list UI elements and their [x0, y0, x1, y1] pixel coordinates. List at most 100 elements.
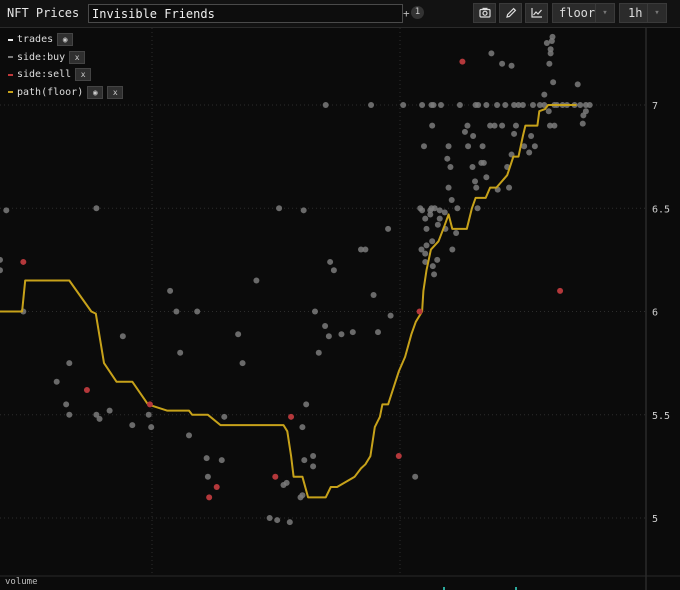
buy-trade-point[interactable]	[310, 453, 317, 460]
legend-remove-button[interactable]: x	[69, 50, 86, 64]
sell-trade-point[interactable]	[272, 473, 279, 480]
buy-trade-point[interactable]	[546, 60, 553, 67]
buy-trade-point[interactable]	[445, 143, 452, 150]
collection-search-input[interactable]	[88, 4, 403, 23]
buy-trade-point[interactable]	[186, 432, 192, 439]
legend-remove-button[interactable]: x	[107, 85, 124, 99]
buy-trade-point[interactable]	[173, 308, 180, 315]
buy-trade-point[interactable]	[375, 329, 381, 336]
buy-trade-point[interactable]	[419, 207, 426, 214]
buy-trade-point[interactable]	[370, 291, 377, 298]
buy-trade-point[interactable]	[218, 457, 225, 464]
sell-trade-point[interactable]	[459, 58, 466, 65]
buy-trade-point[interactable]	[511, 130, 518, 137]
buy-trade-point[interactable]	[436, 215, 443, 222]
buy-trade-point[interactable]	[427, 211, 434, 218]
sell-trade-point[interactable]	[213, 484, 220, 491]
sell-trade-point[interactable]	[83, 386, 90, 393]
buy-trade-point[interactable]	[461, 128, 468, 135]
buy-trade-point[interactable]	[448, 196, 455, 203]
buy-trade-point[interactable]	[465, 143, 472, 150]
buy-trade-point[interactable]	[66, 360, 73, 367]
buy-trade-point[interactable]	[368, 102, 375, 108]
buy-trade-point[interactable]	[330, 267, 337, 274]
buy-trade-point[interactable]	[96, 415, 103, 422]
buy-trade-point[interactable]	[299, 424, 306, 431]
buy-trade-point[interactable]	[301, 457, 308, 464]
buy-trade-point[interactable]	[315, 349, 322, 356]
buy-trade-point[interactable]	[422, 215, 429, 222]
buy-trade-point[interactable]	[431, 271, 438, 278]
buy-trade-point[interactable]	[239, 360, 246, 367]
legend-visibility-button[interactable]: ◉	[87, 85, 104, 99]
buy-trade-point[interactable]	[362, 246, 369, 253]
buy-trade-point[interactable]	[266, 515, 273, 521]
buy-trade-point[interactable]	[434, 221, 441, 228]
buy-trade-point[interactable]	[429, 263, 436, 270]
buy-trade-point[interactable]	[53, 378, 60, 385]
buy-trade-point[interactable]	[454, 205, 461, 212]
buy-trade-point[interactable]	[444, 155, 451, 162]
buy-trade-point[interactable]	[412, 473, 419, 480]
buy-trade-point[interactable]	[204, 473, 211, 480]
buy-trade-point[interactable]	[582, 108, 589, 115]
buy-trade-point[interactable]	[322, 322, 329, 329]
buy-trade-point[interactable]	[475, 102, 482, 108]
buy-trade-point[interactable]	[283, 479, 290, 486]
buy-trade-point[interactable]	[423, 242, 430, 249]
buy-trade-point[interactable]	[434, 256, 441, 263]
draw-button[interactable]	[499, 3, 522, 23]
buy-trade-point[interactable]	[508, 62, 515, 69]
buy-trade-point[interactable]	[338, 331, 345, 338]
buy-trade-point[interactable]	[419, 102, 426, 108]
sell-trade-point[interactable]	[20, 258, 27, 265]
buy-trade-point[interactable]	[441, 209, 448, 216]
buy-trade-point[interactable]	[574, 81, 581, 88]
sell-trade-point[interactable]	[146, 401, 153, 408]
chart-area[interactable]: 5 5.5 6 6.5 7	[0, 28, 680, 590]
buy-trade-point[interactable]	[310, 463, 317, 470]
buy-trade-point[interactable]	[502, 102, 509, 108]
buy-trade-point[interactable]	[423, 225, 430, 232]
buy-trade-point[interactable]	[529, 102, 536, 108]
buy-trade-point[interactable]	[577, 102, 584, 108]
sell-trade-point[interactable]	[416, 308, 423, 315]
buy-trade-point[interactable]	[221, 413, 228, 420]
buy-trade-point[interactable]	[491, 122, 498, 129]
buy-trade-point[interactable]	[456, 102, 463, 108]
buy-trade-point[interactable]	[203, 455, 210, 462]
buy-trade-point[interactable]	[551, 122, 558, 129]
buy-trade-point[interactable]	[528, 132, 535, 139]
buy-trade-point[interactable]	[445, 184, 452, 191]
buy-trade-point[interactable]	[66, 411, 73, 418]
buy-trade-point[interactable]	[400, 102, 407, 108]
buy-trade-point[interactable]	[322, 102, 329, 108]
buy-trade-point[interactable]	[531, 143, 538, 150]
sell-trade-point[interactable]	[206, 494, 213, 501]
buy-trade-point[interactable]	[494, 102, 501, 108]
buy-trade-point[interactable]	[438, 102, 444, 108]
buy-trade-point[interactable]	[483, 102, 490, 108]
buy-trade-point[interactable]	[586, 102, 593, 108]
buy-trade-point[interactable]	[430, 102, 437, 108]
buy-trade-point[interactable]	[312, 308, 318, 315]
buy-trade-point[interactable]	[274, 517, 281, 524]
buy-trade-point[interactable]	[547, 46, 554, 53]
buy-trade-point[interactable]	[469, 163, 476, 170]
buy-trade-point[interactable]	[420, 143, 427, 150]
buy-trade-point[interactable]	[235, 331, 242, 338]
buy-trade-point[interactable]	[479, 143, 486, 150]
sell-trade-point[interactable]	[288, 413, 295, 420]
buy-trade-point[interactable]	[579, 120, 586, 127]
buy-trade-point[interactable]	[470, 132, 477, 139]
buy-trade-point[interactable]	[488, 50, 495, 57]
buy-trade-point[interactable]	[286, 519, 293, 526]
sell-trade-point[interactable]	[557, 287, 564, 294]
buy-trade-point[interactable]	[526, 149, 533, 156]
buy-trade-point[interactable]	[541, 91, 548, 98]
sell-trade-point[interactable]	[395, 453, 402, 460]
buy-trade-point[interactable]	[299, 492, 306, 499]
interval-select[interactable]: 1h ▾	[619, 3, 667, 23]
buy-trade-point[interactable]	[325, 333, 332, 340]
series-select[interactable]: floor ▾	[552, 3, 615, 23]
